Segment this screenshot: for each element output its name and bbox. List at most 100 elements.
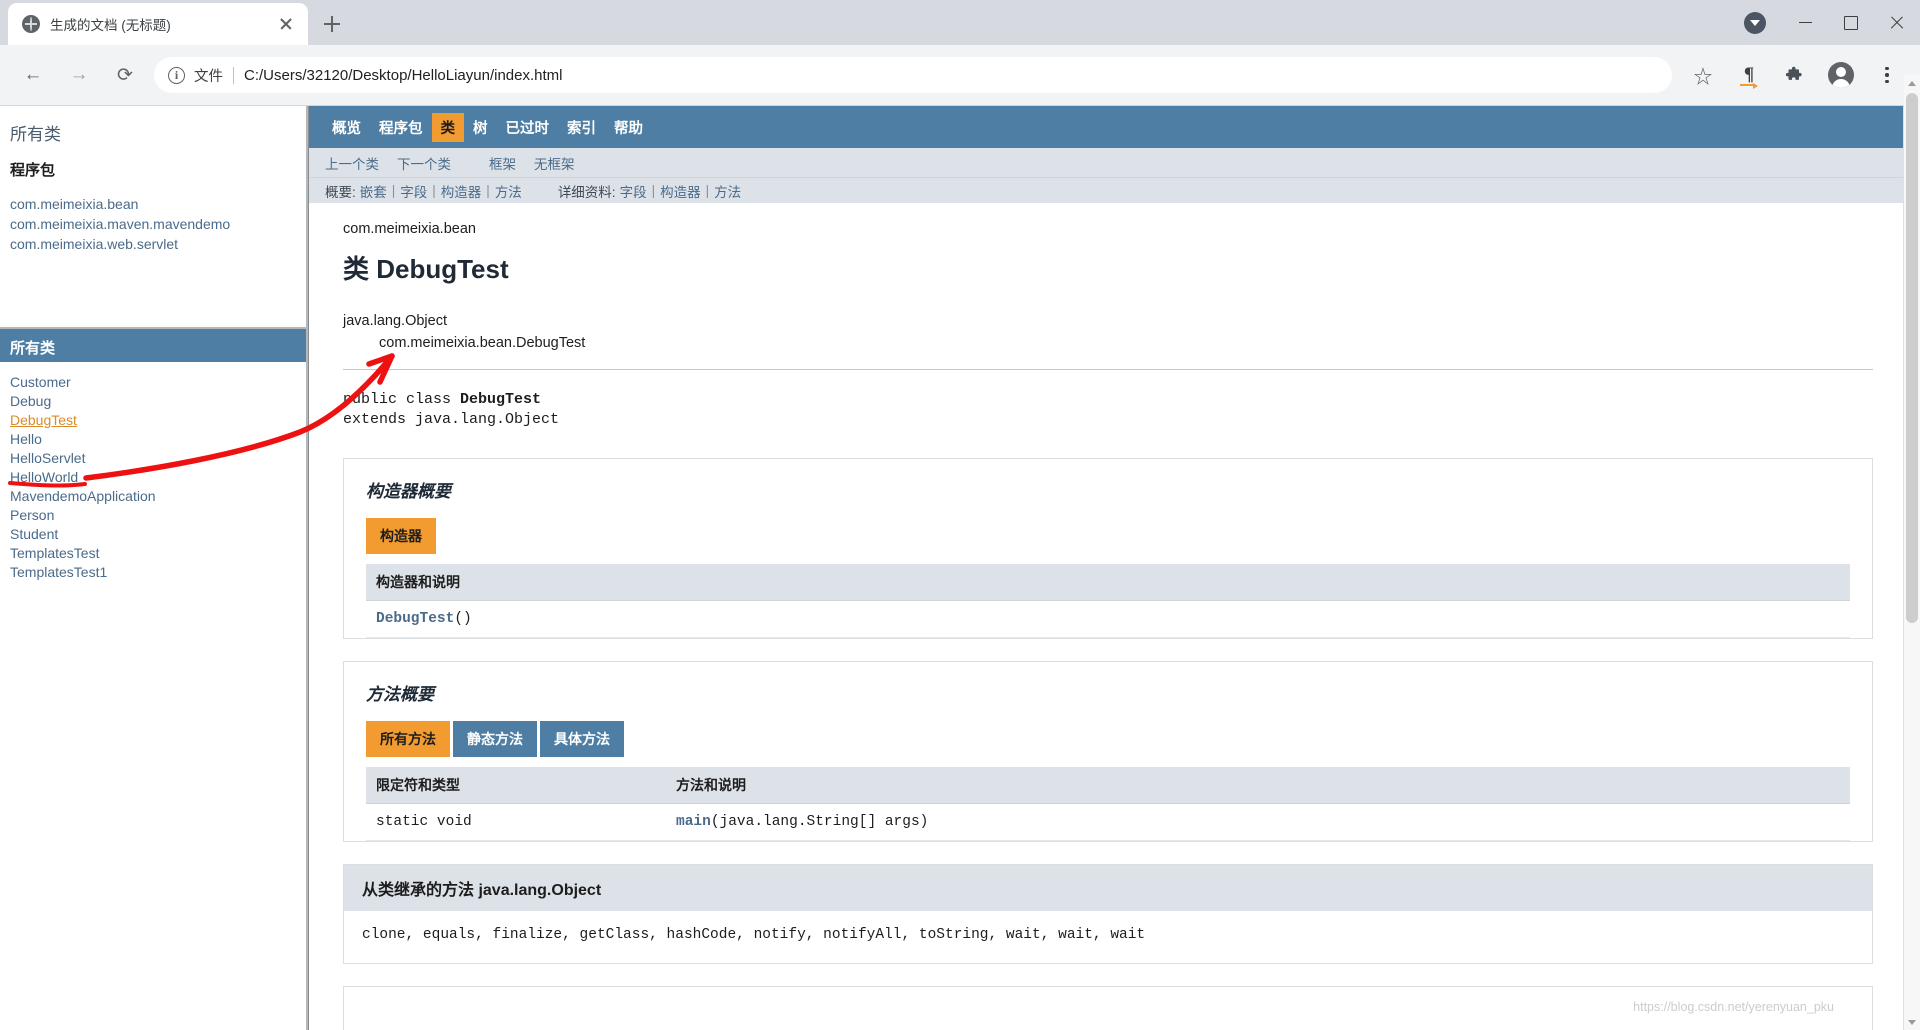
list-item: HelloWorld xyxy=(10,470,306,486)
nav-help[interactable]: 帮助 xyxy=(605,113,652,142)
summary-method-link[interactable]: 方法 xyxy=(495,181,522,201)
packages-heading: 程序包 xyxy=(10,162,56,179)
no-frames-link[interactable]: 无框架 xyxy=(534,153,575,173)
list-item: Hello xyxy=(10,432,306,448)
inherited-methods-section: 从类继承的方法 java.lang.Object clone, equals, … xyxy=(343,864,1873,964)
list-item: com.meimeixia.maven.mavendemo xyxy=(10,216,306,234)
class-link-debug[interactable]: Debug xyxy=(10,393,51,409)
package-list-frame: 所有类 程序包 com.meimeixia.bean com.meimeixia… xyxy=(0,106,306,329)
next-class-link[interactable]: 下一个类 xyxy=(397,153,451,173)
tab-constructors[interactable]: 构造器 xyxy=(366,518,436,554)
url-text[interactable]: C:/Users/32120/Desktop/HelloLiayun/index… xyxy=(244,67,563,84)
list-item: com.meimeixia.web.servlet xyxy=(10,236,306,254)
detail-field-link[interactable]: 字段 xyxy=(620,181,647,201)
page-title: 类 DebugTest xyxy=(343,254,509,284)
class-link-mavendemoapplication[interactable]: MavendemoApplication xyxy=(10,488,156,504)
nav-class[interactable]: 类 xyxy=(431,112,464,142)
window-close-button[interactable] xyxy=(1874,0,1920,45)
maximize-button[interactable] xyxy=(1828,0,1874,45)
omnibox-divider xyxy=(233,66,234,84)
constructor-col-header: 构造器和说明 xyxy=(366,564,1850,601)
summary-separator: | xyxy=(486,183,490,198)
browser-tab[interactable]: 生成的文档 (无标题) xyxy=(8,3,308,45)
tab-concrete-methods[interactable]: 具体方法 xyxy=(540,721,624,757)
summary-nested-link[interactable]: 嵌套 xyxy=(360,181,387,201)
page-info-icon[interactable]: i xyxy=(168,66,185,84)
minimize-button[interactable] xyxy=(1782,0,1828,45)
class-declaration: public class DebugTest extends java.lang… xyxy=(343,390,1873,431)
list-item: TemplatesTest1 xyxy=(10,565,306,581)
summary-separator: | xyxy=(432,183,436,198)
page-scrollbar-thumb[interactable] xyxy=(1906,93,1918,623)
class-link-helloworld[interactable]: HelloWorld xyxy=(10,469,78,485)
class-link-hello[interactable]: Hello xyxy=(10,431,42,447)
method-args: (java.lang.String[] args) xyxy=(710,814,929,830)
download-icon[interactable] xyxy=(1744,11,1766,34)
class-link-debugtest[interactable]: DebugTest xyxy=(10,412,77,428)
constructor-table: 构造器和说明 DebugTest() xyxy=(366,564,1850,638)
address-bar[interactable]: i 文件 C:/Users/32120/Desktop/HelloLiayun/… xyxy=(154,57,1672,93)
page-scroll-down-icon[interactable] xyxy=(1904,1014,1920,1030)
detail-separator: | xyxy=(705,183,710,198)
class-link-templatestest1[interactable]: TemplatesTest1 xyxy=(10,564,107,580)
constructor-summary-section: 构造器概要 构造器 构造器和说明 DebugTest() xyxy=(343,458,1873,639)
constructor-signature-cell: DebugTest() xyxy=(366,600,1850,638)
puzzle-icon[interactable] xyxy=(1777,57,1813,93)
nav-overview[interactable]: 概览 xyxy=(323,113,370,142)
forward-icon[interactable]: → xyxy=(61,57,97,93)
new-tab-button[interactable] xyxy=(314,6,350,42)
globe-icon xyxy=(22,15,40,33)
detail-separator: | xyxy=(651,183,656,198)
prev-class-link[interactable]: 上一个类 xyxy=(325,153,379,173)
scheme-label: 文件 xyxy=(194,68,223,85)
class-link-customer[interactable]: Customer xyxy=(10,374,71,390)
detail-label: 详细资料: xyxy=(557,184,616,200)
class-link-templatestest[interactable]: TemplatesTest xyxy=(10,545,99,561)
page-viewport: 所有类 程序包 com.meimeixia.bean com.meimeixia… xyxy=(0,105,1920,1030)
package-link[interactable]: com.meimeixia.maven.mavendemo xyxy=(10,216,230,233)
all-classes-link[interactable]: 所有类 xyxy=(10,120,306,145)
method-link-main[interactable]: main xyxy=(676,814,711,830)
list-item: Debug xyxy=(10,394,306,410)
summary-constructor-link[interactable]: 构造器 xyxy=(441,181,482,201)
translate-icon[interactable]: ¶ xyxy=(1731,57,1767,93)
constructor-tab-bar: 构造器 xyxy=(344,518,1872,554)
list-item: DebugTest xyxy=(10,413,306,429)
nav-package[interactable]: 程序包 xyxy=(370,113,432,142)
browser-toolbar: ← → ⟳ i 文件 C:/Users/32120/Desktop/HelloL… xyxy=(0,45,1920,105)
nav-index[interactable]: 索引 xyxy=(558,113,605,142)
detail-method-link[interactable]: 方法 xyxy=(714,181,741,201)
tab-strip: 生成的文档 (无标题) xyxy=(0,0,1920,45)
class-link-student[interactable]: Student xyxy=(10,526,58,542)
frames-link[interactable]: 框架 xyxy=(489,153,516,173)
javadoc-content: com.meimeixia.bean 类 DebugTest java.lang… xyxy=(309,203,1903,1030)
javadoc-sub-navigation: 上一个类 下一个类 框架 无框架 xyxy=(309,148,1903,177)
declaration-class-name: DebugTest xyxy=(460,390,542,408)
tab-static-methods[interactable]: 静态方法 xyxy=(453,721,537,757)
method-tab-bar: 所有方法 静态方法 具体方法 xyxy=(344,721,1872,757)
class-link-person[interactable]: Person xyxy=(10,507,54,523)
chrome-menu-icon[interactable] xyxy=(1869,57,1905,93)
javadoc-top-navigation: 概览 程序包 类 树 已过时 索引 帮助 xyxy=(309,106,1903,148)
summary-field-link[interactable]: 字段 xyxy=(400,181,427,201)
package-link[interactable]: com.meimeixia.bean xyxy=(10,196,138,213)
page-scroll-up-icon[interactable] xyxy=(1904,75,1920,91)
constructor-link[interactable]: DebugTest xyxy=(376,611,454,627)
back-icon[interactable]: ← xyxy=(15,57,51,93)
browser-scrollbar[interactable] xyxy=(1904,75,1920,1030)
profile-avatar-icon[interactable] xyxy=(1823,57,1859,93)
bookmark-star-icon[interactable]: ☆ xyxy=(1685,57,1721,93)
tab-all-methods[interactable]: 所有方法 xyxy=(366,721,450,757)
class-link-helloservlet[interactable]: HelloServlet xyxy=(10,450,85,466)
package-link[interactable]: com.meimeixia.web.servlet xyxy=(10,236,178,253)
class-list: Customer Debug DebugTest Hello HelloServ… xyxy=(0,375,306,581)
detail-constructor-link[interactable]: 构造器 xyxy=(660,181,701,201)
nav-deprecated[interactable]: 已过时 xyxy=(497,113,559,142)
method-summary-title: 方法概要 xyxy=(366,685,434,704)
nav-tree[interactable]: 树 xyxy=(464,113,497,142)
list-item: Person xyxy=(10,508,306,524)
summary-label: 概要: xyxy=(325,184,356,200)
close-icon[interactable] xyxy=(274,12,298,36)
summary-detail-links: 概要: 嵌套 | 字段 | 构造器 | 方法 详细资料: 字段 | 构造器 | … xyxy=(309,177,1903,203)
reload-icon[interactable]: ⟳ xyxy=(107,57,143,93)
